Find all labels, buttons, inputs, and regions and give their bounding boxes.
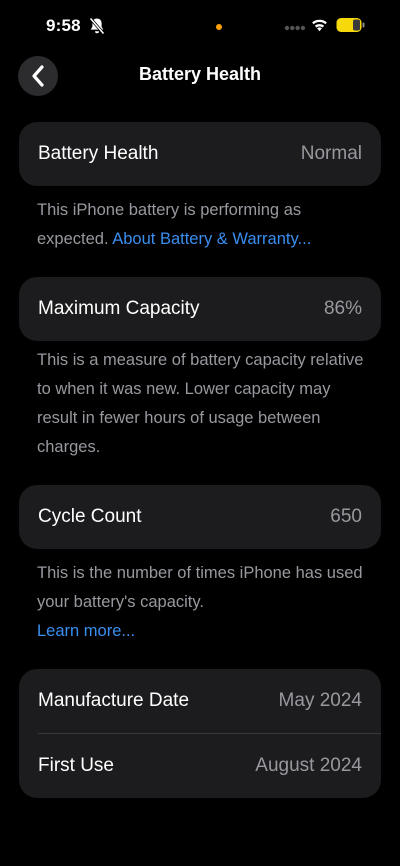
wifi-icon	[312, 19, 327, 32]
maximum-capacity-value: 86%	[323, 298, 362, 319]
manufacture-date-row: Manufacture Date May 2024	[19, 669, 381, 733]
privacy-indicator-dot	[216, 24, 222, 30]
first-use-label: First Use	[38, 755, 114, 776]
maximum-capacity-label: Maximum Capacity	[38, 298, 200, 319]
cycle-count-label: Cycle Count	[38, 506, 142, 527]
dates-card: Manufacture Date May 2024 First Use Augu…	[19, 669, 381, 798]
maximum-capacity-card: Maximum Capacity 86%	[19, 277, 381, 341]
battery-health-note: This iPhone battery is performing as exp…	[37, 196, 367, 254]
first-use-row: First Use August 2024	[19, 734, 381, 798]
maximum-capacity-row: Maximum Capacity 86%	[19, 277, 381, 341]
battery-health-label: Battery Health	[38, 143, 159, 164]
page-title: Battery Health	[138, 64, 262, 84]
manufacture-date-value: May 2024	[278, 690, 362, 711]
cycle-count-value: 650	[330, 506, 362, 527]
about-battery-warranty-link[interactable]: About Battery & Warranty...	[112, 230, 311, 248]
bell-slash-icon	[89, 17, 105, 35]
status-time: 9:58	[46, 16, 81, 35]
status-bar: 9:58	[0, 0, 400, 54]
maximum-capacity-note: This is a measure of battery capacity re…	[37, 351, 364, 456]
cycle-count-note: This is the number of times iPhone has u…	[37, 559, 367, 646]
cycle-count-row: Cycle Count 650	[19, 485, 381, 549]
battery-health-value: Normal	[300, 143, 362, 164]
cellular-dots-icon	[284, 25, 306, 31]
cycle-count-description: This is the number of times iPhone has u…	[37, 564, 363, 611]
learn-more-link[interactable]: Learn more...	[37, 617, 367, 646]
battery-icon	[336, 18, 365, 32]
manufacture-date-label: Manufacture Date	[38, 690, 190, 711]
battery-health-row: Battery Health Normal	[19, 122, 381, 186]
cycle-count-card: Cycle Count 650	[19, 485, 381, 549]
battery-health-card: Battery Health Normal	[19, 122, 381, 186]
first-use-value: August 2024	[255, 755, 362, 776]
